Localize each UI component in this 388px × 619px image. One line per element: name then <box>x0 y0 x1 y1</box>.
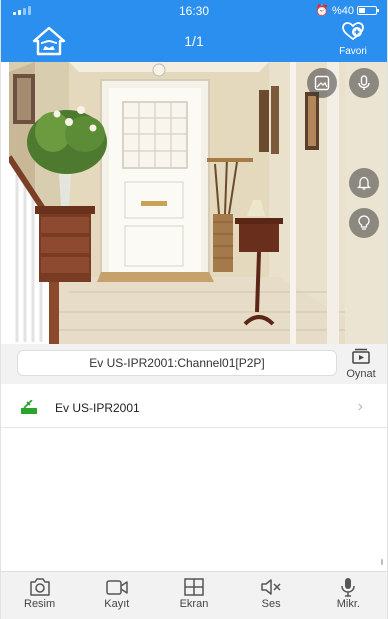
microphone-label: Mikr. <box>336 598 360 610</box>
record-label: Kayıt <box>104 598 130 610</box>
device-label: Ev US-IPR2001 <box>55 401 140 415</box>
page-counter: 1/1 <box>184 33 204 49</box>
heart-plus-icon <box>342 22 364 41</box>
sound-label: Ses <box>261 598 281 610</box>
top-header: 16:30 ⏰ %40 1/1 Favori <box>1 0 387 62</box>
alarm-button[interactable] <box>349 168 379 198</box>
battery-icon <box>357 6 379 15</box>
speaker-mute-icon <box>261 579 281 595</box>
channel-bar: Ev US-IPR2001:Channel01[P2P] Oynat <box>1 344 387 384</box>
play-icon <box>352 348 370 364</box>
favorite-label: Favori <box>339 46 367 57</box>
battery-percent: %40 <box>331 4 354 17</box>
alarm-bell-icon <box>357 176 371 190</box>
alarm-clock-icon: ⏰ <box>315 5 329 17</box>
status-bar: 16:30 ⏰ %40 <box>1 0 387 20</box>
play-label: Oynat <box>346 368 376 380</box>
snapshot-label: Resim <box>24 598 56 610</box>
light-bulb-icon <box>358 215 370 230</box>
microphone-icon <box>358 75 370 90</box>
device-list-item[interactable]: Ev US-IPR2001 › <box>1 388 387 428</box>
light-button[interactable] <box>349 208 379 238</box>
nvr-device-icon <box>21 400 37 414</box>
play-button[interactable]: Oynat <box>341 348 381 382</box>
camera-feed[interactable] <box>9 62 387 344</box>
scrollbar[interactable] <box>381 559 383 565</box>
grid-screen-icon <box>184 578 204 596</box>
video-record-icon <box>106 580 128 595</box>
record-tool-button[interactable]: Kayıt <box>87 572 147 619</box>
snapshot-tool-button[interactable]: Resim <box>10 572 70 619</box>
microphone-tool-button[interactable]: Mikr. <box>318 572 378 619</box>
snapshot-icon <box>314 75 330 91</box>
camera-image <box>9 62 387 344</box>
snapshot-button[interactable] <box>307 68 337 98</box>
chevron-right-icon: › <box>357 398 363 415</box>
channel-name[interactable]: Ev US-IPR2001:Channel01[P2P] <box>17 350 337 376</box>
talk-button[interactable] <box>349 68 379 98</box>
sound-tool-button[interactable]: Ses <box>241 572 301 619</box>
screen-layout-label: Ekran <box>179 598 209 610</box>
app-screen: 16:30 ⏰ %40 1/1 Favori Ev US-IPR2001:Cha… <box>0 0 388 619</box>
favorite-button[interactable]: Favori <box>331 22 375 60</box>
screen-layout-tool-button[interactable]: Ekran <box>164 572 224 619</box>
camera-icon <box>29 578 50 596</box>
status-right: ⏰ %40 <box>315 4 379 17</box>
bottom-toolbar: Resim Kayıt Ekran Ses Mikr. <box>1 571 387 619</box>
microphone-icon <box>341 578 356 597</box>
